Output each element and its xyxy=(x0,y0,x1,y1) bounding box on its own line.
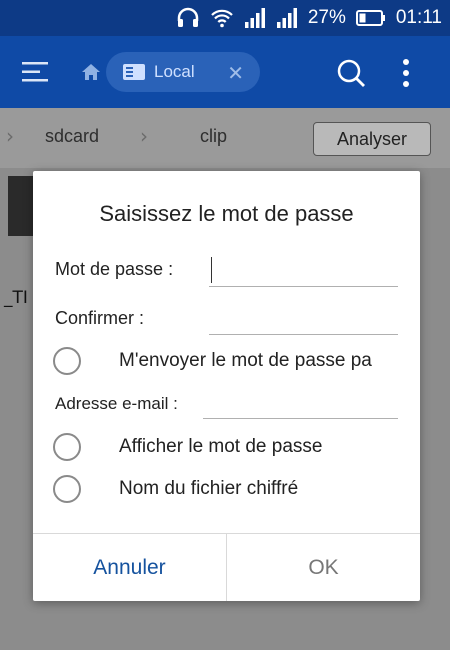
battery-icon xyxy=(355,10,385,26)
email-input[interactable] xyxy=(203,385,398,419)
show-password-label: Afficher le mot de passe xyxy=(119,436,323,457)
text-caret xyxy=(211,257,212,283)
send-password-radio[interactable] xyxy=(53,347,81,375)
dialog-footer: Annuler OK xyxy=(33,533,420,601)
storage-icon xyxy=(123,64,145,80)
show-password-radio[interactable] xyxy=(53,433,81,461)
email-label: Adresse e-mail : xyxy=(55,394,178,413)
battery-percent: 27% xyxy=(307,7,346,28)
more-vert-icon[interactable] xyxy=(396,56,416,90)
password-label: Mot de passe : xyxy=(55,259,174,279)
cancel-button[interactable]: Annuler xyxy=(33,534,227,601)
search-icon[interactable] xyxy=(334,56,368,90)
clock: 01:11 xyxy=(395,7,442,28)
dialog-title: Saisissez le mot de passe xyxy=(99,201,354,226)
signal-icon xyxy=(276,8,297,28)
headset-icon xyxy=(177,7,199,27)
ok-button[interactable]: OK xyxy=(227,534,420,601)
encrypt-filename-option[interactable]: Nom du fichier chiffré xyxy=(53,471,413,507)
location-chip[interactable]: Local ✕ xyxy=(106,52,260,92)
status-bar: 27% 01:11 xyxy=(0,0,450,36)
confirm-password-input[interactable] xyxy=(209,301,398,335)
encrypt-filename-label: Nom du fichier chiffré xyxy=(119,478,299,499)
chevron-right-icon: › xyxy=(140,124,148,148)
show-password-option[interactable]: Afficher le mot de passe xyxy=(53,429,413,465)
password-input[interactable] xyxy=(209,253,398,287)
chevron-right-icon: › xyxy=(6,124,14,148)
wifi-icon xyxy=(211,9,233,28)
send-password-label: M'envoyer le mot de passe pa xyxy=(119,350,372,371)
analyse-button[interactable]: Analyser xyxy=(313,122,431,156)
home-icon[interactable] xyxy=(80,62,102,82)
location-label: Local xyxy=(154,62,195,81)
breadcrumb-clip[interactable]: clip xyxy=(200,126,227,147)
password-dialog: Saisissez le mot de passe Mot de passe :… xyxy=(33,171,420,601)
confirm-label: Confirmer : xyxy=(55,308,145,328)
app-bar: Local ✕ xyxy=(0,36,450,108)
close-icon[interactable]: ✕ xyxy=(227,61,244,85)
file-name: _TI xyxy=(4,288,28,308)
encrypt-filename-radio[interactable] xyxy=(53,475,81,503)
send-password-option[interactable]: M'envoyer le mot de passe pa xyxy=(53,343,413,379)
signal-icon xyxy=(244,8,265,28)
status-icons: 27% 01:11 xyxy=(176,4,442,32)
hamburger-menu-icon[interactable] xyxy=(18,56,52,88)
breadcrumb-sdcard[interactable]: sdcard xyxy=(45,126,99,147)
